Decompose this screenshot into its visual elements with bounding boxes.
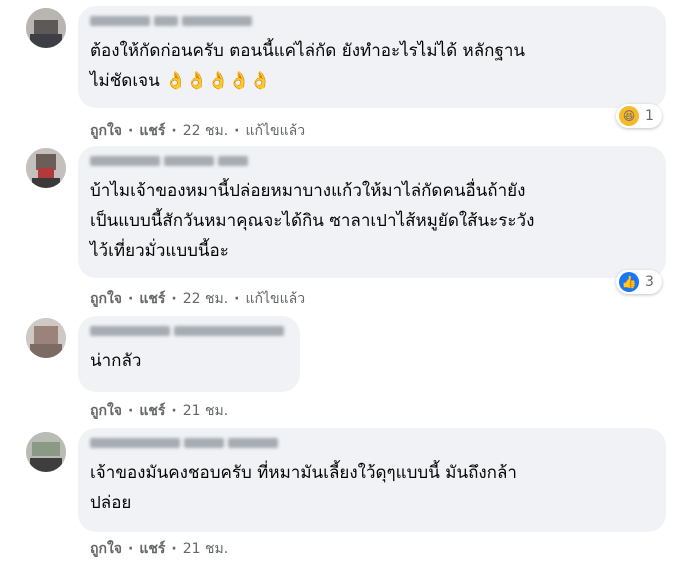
edited-label[interactable]: แก้ไขแล้ว	[245, 288, 305, 310]
comment-bubble: เจ้าของมันคงชอบครับ ที่หมามันเลี้ยงใว้ดุ…	[78, 428, 666, 532]
comment-bubble: ต้องให้กัดก่อนครับ ตอนนี้แค่ไล่กัด ยังทำ…	[78, 6, 666, 108]
separator-dot: ·	[128, 541, 134, 557]
avatar[interactable]	[26, 8, 66, 48]
share-button[interactable]: แชร์	[139, 288, 165, 310]
haha-icon: 😆	[619, 106, 639, 126]
separator-dot: ·	[171, 291, 177, 307]
comment-text: ต้องให้กัดก่อนครับ ตอนนี้แค่ไล่กัด ยังทำ…	[90, 41, 525, 91]
comment-actions: ถูกใจ · แชร์ · 21 ชม.	[90, 538, 228, 560]
avatar[interactable]	[26, 318, 66, 358]
avatar[interactable]	[26, 432, 66, 472]
comment-timestamp[interactable]: 21 ชม.	[183, 538, 228, 560]
comment-timestamp[interactable]: 22 ชม.	[183, 120, 228, 142]
comment-bubble: น่ากลัว	[78, 316, 300, 392]
commenter-name-blurred[interactable]	[90, 438, 654, 448]
separator-dot: ·	[128, 123, 134, 139]
commenter-name-blurred[interactable]	[90, 156, 654, 166]
separator-dot: ·	[171, 123, 177, 139]
like-button[interactable]: ถูกใจ	[90, 400, 122, 422]
comment-bubble: บ้าไมเจ้าของหมานี้ปล่อยหมาบางแก้วให้มาไล…	[78, 146, 666, 278]
reaction-count-value: 3	[645, 274, 654, 290]
separator-dot: ·	[171, 403, 177, 419]
ok-hand-emoji-icon: 👌👌👌👌👌	[165, 71, 271, 91]
reaction-count-value: 1	[645, 108, 654, 124]
separator-dot: ·	[128, 403, 134, 419]
separator-dot: ·	[234, 123, 240, 139]
commenter-name-blurred[interactable]	[90, 326, 288, 336]
edited-label[interactable]: แก้ไขแล้ว	[245, 120, 305, 142]
comment-text: น่ากลัว	[90, 351, 142, 371]
separator-dot: ·	[234, 291, 240, 307]
comment-text: บ้าไมเจ้าของหมานี้ปล่อยหมาบางแก้วให้มาไล…	[90, 181, 535, 261]
share-button[interactable]: แชร์	[139, 538, 165, 560]
reaction-count[interactable]: 👍 3	[616, 270, 662, 294]
avatar[interactable]	[26, 148, 66, 188]
reaction-count[interactable]: 😆 1	[616, 104, 662, 128]
like-button[interactable]: ถูกใจ	[90, 538, 122, 560]
comment-actions: ถูกใจ · แชร์ · 22 ชม. · แก้ไขแล้ว	[90, 288, 305, 310]
comment-actions: ถูกใจ · แชร์ · 21 ชม.	[90, 400, 228, 422]
comment-timestamp[interactable]: 22 ชม.	[183, 288, 228, 310]
like-button[interactable]: ถูกใจ	[90, 288, 122, 310]
separator-dot: ·	[128, 291, 134, 307]
comment-actions: ถูกใจ · แชร์ · 22 ชม. · แก้ไขแล้ว	[90, 120, 305, 142]
like-icon: 👍	[619, 272, 639, 292]
comment-timestamp[interactable]: 21 ชม.	[183, 400, 228, 422]
share-button[interactable]: แชร์	[139, 400, 165, 422]
separator-dot: ·	[171, 541, 177, 557]
comment-text: เจ้าของมันคงชอบครับ ที่หมามันเลี้ยงใว้ดุ…	[90, 463, 517, 513]
commenter-name-blurred[interactable]	[90, 16, 654, 26]
share-button[interactable]: แชร์	[139, 120, 165, 142]
like-button[interactable]: ถูกใจ	[90, 120, 122, 142]
